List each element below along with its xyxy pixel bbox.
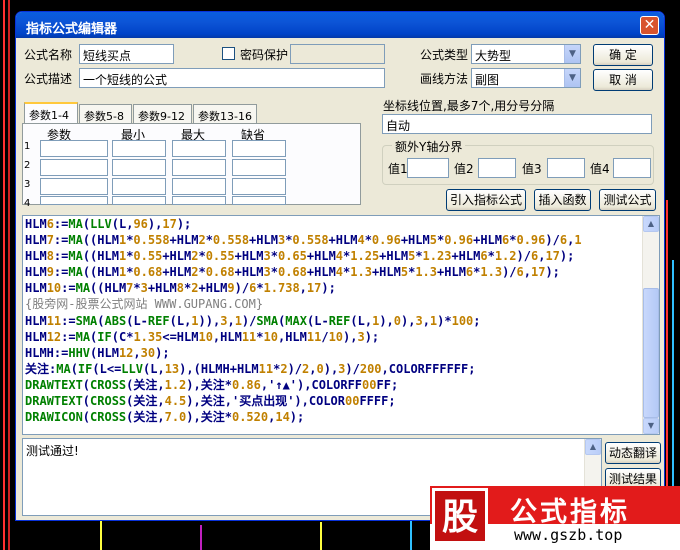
- y-value-label: 值2: [454, 162, 474, 176]
- close-icon: ✕: [643, 17, 656, 33]
- draw-method-label: 画线方法: [420, 72, 469, 86]
- code-line: DRAWTEXT(CROSS(关注,1.2),关注*0.86,'↑▲'),COL…: [25, 377, 399, 392]
- param-min-input[interactable]: [112, 178, 166, 195]
- param-name-input[interactable]: [40, 140, 108, 157]
- code-lines: HLM6:=MA(LLV(L,96),17); HLM7:=MA((HLM1*0.…: [25, 216, 645, 425]
- title-bar: 指标公式编辑器: [16, 12, 664, 38]
- logo-title: 公式指标: [510, 497, 630, 528]
- ok-button[interactable]: 确 定: [593, 44, 653, 66]
- param-min-input[interactable]: [112, 196, 166, 205]
- y-value-2-input[interactable]: [478, 158, 516, 178]
- password-checkbox[interactable]: [222, 47, 235, 60]
- param-default-input[interactable]: [232, 196, 286, 205]
- watermark-logo: 股 公式指标 www.gszb.top: [430, 486, 680, 550]
- formula-editor-dialog: 指标公式编辑器 ✕ 公式名称 短线买点 密码保护 公式类型 大势型 ▼ 确 定 …: [15, 11, 665, 521]
- row-number: 2: [24, 160, 31, 171]
- scroll-down-icon[interactable]: ▼: [643, 418, 659, 434]
- chevron-down-icon: ▼: [564, 69, 580, 87]
- dynamic-translate-button[interactable]: 动态翻译: [605, 442, 661, 464]
- param-min-input[interactable]: [112, 159, 166, 176]
- y-value-4-input[interactable]: [613, 158, 651, 178]
- extra-y-axis-legend: 额外Y轴分界: [392, 138, 466, 155]
- tab-params-1-4[interactable]: 参数1-4: [24, 102, 78, 124]
- formula-name-input[interactable]: 短线买点: [79, 44, 174, 64]
- draw-method-value: 副图: [475, 73, 500, 87]
- row-number: 4: [24, 198, 31, 209]
- y-value-3-input[interactable]: [547, 158, 585, 178]
- param-max-input[interactable]: [172, 196, 226, 205]
- param-min-input[interactable]: [112, 140, 166, 157]
- param-max-input[interactable]: [172, 159, 226, 176]
- scroll-up-icon[interactable]: ▲: [585, 439, 601, 455]
- row-number: 1: [24, 141, 31, 152]
- test-formula-button[interactable]: 测试公式: [599, 189, 656, 211]
- code-line: {股旁网-股票公式网站 WWW.GUPANG.COM}: [25, 297, 264, 312]
- code-line: HLM10:=MA((HLM7*3+HLM8*2+HLM9)/6*1.738,1…: [25, 281, 336, 296]
- y-value-1-input[interactable]: [407, 158, 449, 178]
- formula-type-value: 大势型: [475, 49, 512, 63]
- params-panel: 参数 最小 最大 缺省 1 2 3 4: [22, 123, 361, 209]
- tab-params-5-8[interactable]: 参数5-8: [79, 104, 132, 124]
- param-default-input[interactable]: [232, 140, 286, 157]
- param-name-input[interactable]: [40, 196, 108, 205]
- code-line: HLM9:=MA((HLM1*0.68+HLM2*0.68+HLM3*0.68+…: [25, 265, 560, 280]
- y-value-label: 值3: [522, 162, 542, 176]
- formula-code-editor[interactable]: HLM6:=MA(LLV(L,96),17); HLM7:=MA((HLM1*0.…: [22, 215, 660, 435]
- code-line: HLM12:=MA(IF(C*1.35<=HLM10,HLM11*10,HLM1…: [25, 329, 380, 344]
- row-number: 3: [24, 179, 31, 190]
- code-line: DRAWICON(CROSS(关注,7.0),关注*0.520,14);: [25, 410, 305, 425]
- formula-desc-input[interactable]: 一个短线的公式: [79, 68, 385, 88]
- y-value-label: 值1: [388, 162, 408, 176]
- window-title: 指标公式编辑器: [26, 22, 118, 37]
- param-default-input[interactable]: [232, 178, 286, 195]
- param-max-input[interactable]: [172, 140, 226, 157]
- code-line: 关注:MA(IF(L<=LLV(L,13),(HLMH+HLM11*2)/2,0…: [25, 361, 476, 376]
- code-line: HLM7:=MA((HLM1*0.558+HLM2*0.558+HLM3*0.5…: [25, 233, 582, 248]
- coord-lines-label: 坐标线位置,最多7个,用分号分隔: [383, 99, 555, 113]
- chevron-down-icon: ▼: [564, 45, 580, 63]
- code-scrollbar[interactable]: ▲ ▼: [642, 216, 659, 434]
- formula-type-select[interactable]: 大势型 ▼: [471, 44, 581, 64]
- param-name-input[interactable]: [40, 178, 108, 195]
- y-value-label: 值4: [590, 162, 610, 176]
- password-label: 密码保护: [240, 48, 289, 62]
- scroll-up-icon[interactable]: ▲: [643, 216, 659, 232]
- scroll-thumb[interactable]: [643, 288, 659, 418]
- tab-params-13-16[interactable]: 参数13-16: [193, 104, 257, 124]
- import-formula-button[interactable]: 引入指标公式: [446, 189, 526, 211]
- coord-lines-input[interactable]: 自动: [382, 114, 652, 134]
- code-line: HLMH:=HHV(HLM12,30);: [25, 345, 170, 360]
- cancel-button[interactable]: 取 消: [593, 69, 653, 91]
- insert-function-button[interactable]: 插入函数: [534, 189, 591, 211]
- tab-params-9-12[interactable]: 参数9-12: [133, 104, 192, 124]
- formula-type-label: 公式类型: [420, 48, 469, 62]
- close-button[interactable]: ✕: [640, 16, 659, 35]
- code-line: DRAWTEXT(CROSS(关注,4.5),关注,'买点出现'),COLOR0…: [25, 394, 396, 409]
- param-default-input[interactable]: [232, 159, 286, 176]
- code-line: HLM11:=SMA(ABS(L-REF(L,1)),3,1)/SMA(MAX(…: [25, 313, 481, 328]
- password-input[interactable]: [290, 44, 385, 64]
- logo-glyph: 股: [432, 488, 488, 544]
- formula-desc-label: 公式描述: [24, 72, 73, 86]
- param-max-input[interactable]: [172, 178, 226, 195]
- code-line: HLM6:=MA(LLV(L,96),17);: [25, 217, 192, 231]
- logo-url: www.gszb.top: [514, 526, 623, 544]
- draw-method-select[interactable]: 副图 ▼: [471, 68, 581, 88]
- code-line: HLM8:=MA((HLM1*0.55+HLM2*0.55+HLM3*0.65+…: [25, 249, 575, 264]
- formula-name-label: 公式名称: [24, 48, 73, 62]
- param-name-input[interactable]: [40, 159, 108, 176]
- test-output-text: 测试通过!: [26, 444, 79, 458]
